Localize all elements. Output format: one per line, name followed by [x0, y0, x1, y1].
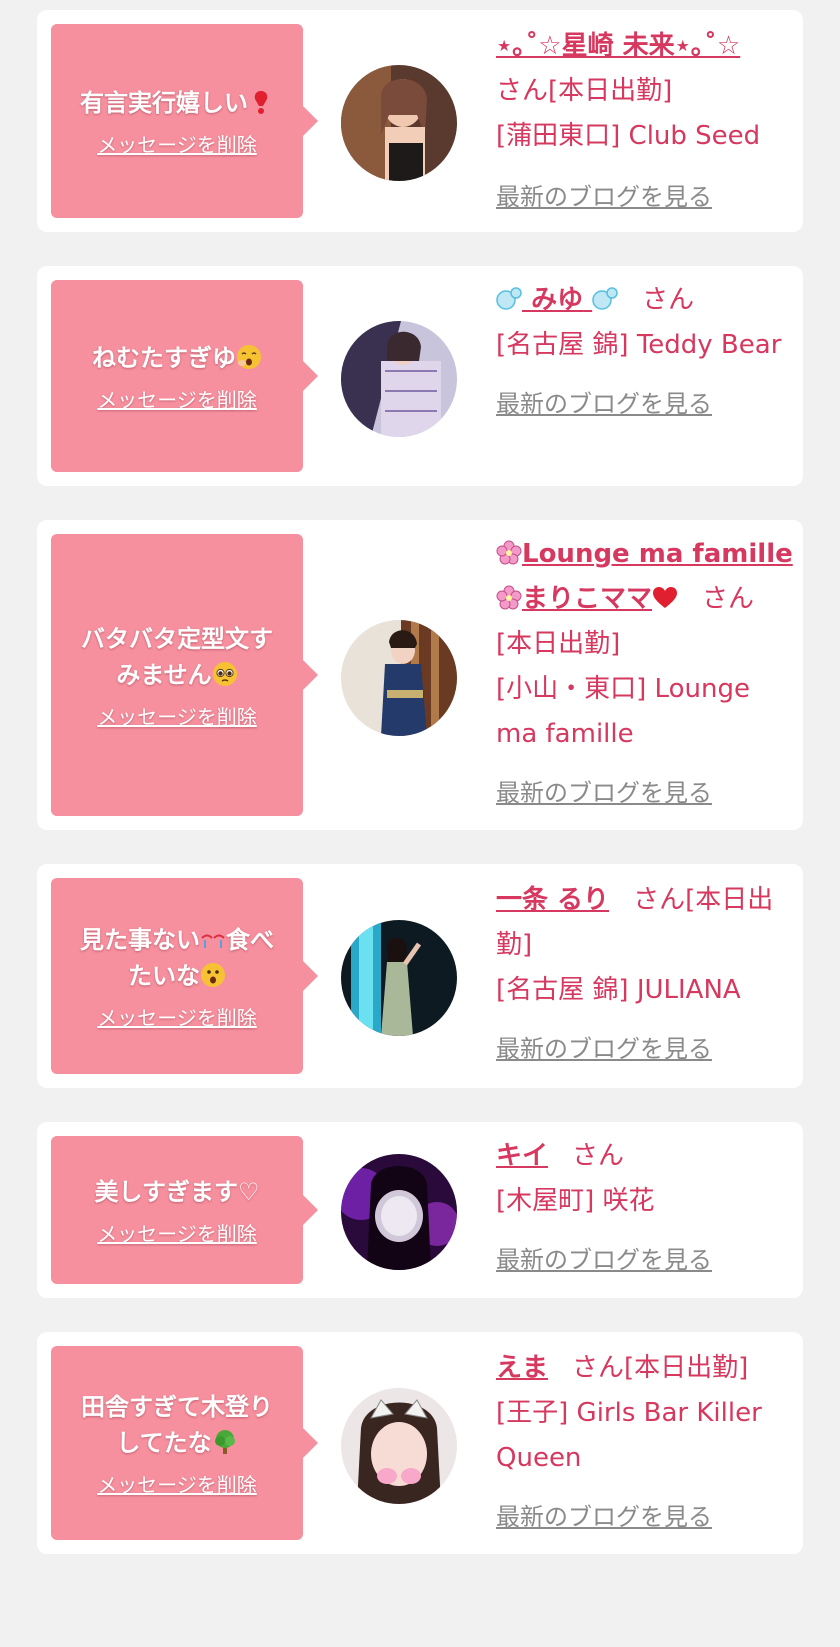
view-blog-link[interactable]: 最新のブログを見る [496, 382, 786, 427]
status-label: [本日出勤] [624, 1353, 749, 1383]
honorific-label: さん [702, 584, 755, 614]
avatar[interactable] [341, 65, 457, 181]
message-card: 美しすぎます♡ メッセージを削除 キイ さん [木屋町] 咲花 最新のブログを見る [37, 1122, 803, 1298]
cast-name-link[interactable]: 一条 るり [496, 885, 609, 915]
tree-icon [214, 1429, 235, 1454]
delete-message-link[interactable]: メッセージを削除 [97, 701, 257, 730]
message-text: 見た事ない 食べ たいな [80, 925, 274, 990]
message-card: バタバタ定型文す みません メッセージを削除 Lounge ma famille … [37, 520, 803, 830]
status-label: [本日出勤] [496, 629, 621, 659]
red-exclamation-icon [254, 90, 268, 114]
cast-name-link[interactable]: みゆ [496, 285, 618, 315]
honorific-label: さん [633, 885, 686, 915]
message-bubble: 有言実行嬉しい メッセージを削除 [51, 24, 318, 218]
status-label: [本日出勤] [548, 76, 673, 106]
delete-message-link[interactable]: メッセージを削除 [97, 129, 257, 158]
shop-location-label: [王子] Girls Bar Killer Queen [496, 1398, 762, 1473]
shop-location-label: [蒲田東口] Club Seed [496, 121, 761, 151]
shop-location-label: [小山・東口] Lounge ma famille [496, 674, 750, 749]
message-card: 有言実行嬉しい メッセージを削除 ⋆｡˚☆星崎 未来⋆｡˚☆ さん[本日出勤] … [37, 10, 803, 232]
message-list: 有言実行嬉しい メッセージを削除 ⋆｡˚☆星崎 未来⋆｡˚☆ さん[本日出勤] … [0, 0, 840, 1647]
cast-info: キイ さん [木屋町] 咲花 最新のブログを見る [496, 1134, 786, 1283]
tearful-eyes-icon [201, 934, 225, 948]
message-bubble: 田舎すぎて木登り してたな メッセージを削除 [51, 1346, 318, 1540]
cast-info: えま さん[本日出勤] [王子] Girls Bar Killer Queen 最… [496, 1346, 786, 1540]
shop-location-label: [名古屋 錦] JULIANA [496, 975, 741, 1005]
honorific-label: さん [496, 76, 549, 106]
message-text: 美しすぎます♡ [94, 1177, 260, 1206]
view-blog-link[interactable]: 最新のブログを見る [496, 771, 796, 816]
honorific-label: さん [642, 285, 695, 315]
message-card: ねむたすぎゆ メッセージを削除 みゆ さん [名古屋 錦] Teddy Bear… [37, 266, 803, 486]
message-bubble: ねむたすぎゆ メッセージを削除 [51, 280, 318, 472]
bubbles-icon [496, 287, 522, 310]
delete-message-link[interactable]: メッセージを削除 [97, 1469, 257, 1498]
cast-name-link[interactable]: キイ [496, 1141, 548, 1171]
message-bubble: 美しすぎます♡ メッセージを削除 [51, 1136, 318, 1284]
message-text: 田舎すぎて木登り してたな [81, 1392, 273, 1457]
honorific-label: さん [572, 1141, 625, 1171]
yawning-face-icon [237, 344, 261, 369]
shop-location-label: [名古屋 錦] Teddy Bear [496, 330, 782, 360]
delete-message-link[interactable]: メッセージを削除 [97, 1218, 257, 1247]
cast-info: ⋆｡˚☆星崎 未来⋆｡˚☆ さん[本日出勤] [蒲田東口] Club Seed … [496, 24, 786, 220]
cherry-blossom-icon [496, 585, 522, 610]
avatar[interactable] [341, 1154, 457, 1270]
delete-message-link[interactable]: メッセージを削除 [97, 1002, 257, 1031]
avatar[interactable] [341, 321, 457, 437]
message-text: ねむたすぎゆ [92, 340, 262, 376]
cherry-blossom-icon [496, 540, 522, 565]
message-text: バタバタ定型文す みません [81, 624, 273, 689]
cast-info: Lounge ma famille まりこママ さん [本日出勤] [小山・東口]… [496, 532, 796, 816]
avatar[interactable] [341, 1388, 457, 1504]
view-blog-link[interactable]: 最新のブログを見る [496, 1027, 786, 1072]
red-heart-icon [653, 587, 678, 608]
cast-name-link[interactable]: ⋆｡˚☆星崎 未来⋆｡˚☆ [496, 31, 740, 61]
avatar[interactable] [341, 920, 457, 1036]
pleading-face-icon [212, 661, 237, 686]
cast-info: 一条 るり さん[本日出勤] [名古屋 錦] JULIANA 最新のブログを見る [496, 878, 786, 1072]
message-text: 有言実行嬉しい [80, 85, 274, 121]
message-bubble: 見た事ない 食べ たいな メッセージを削除 [51, 878, 318, 1074]
message-card: 田舎すぎて木登り してたな メッセージを削除 えま さん[本日出勤] [王子] Gi… [37, 1332, 803, 1554]
cast-info: みゆ さん [名古屋 錦] Teddy Bear 最新のブログを見る [496, 278, 786, 427]
view-blog-link[interactable]: 最新のブログを見る [496, 175, 786, 220]
surprised-face-icon [201, 962, 225, 987]
delete-message-link[interactable]: メッセージを削除 [97, 384, 257, 413]
view-blog-link[interactable]: 最新のブログを見る [496, 1238, 786, 1283]
cast-name-link[interactable]: Lounge ma famille [496, 539, 793, 569]
cast-name-link[interactable]: まりこママ [496, 584, 678, 614]
message-bubble: バタバタ定型文す みません メッセージを削除 [51, 534, 318, 816]
view-blog-link[interactable]: 最新のブログを見る [496, 1495, 786, 1540]
honorific-label: さん [572, 1353, 625, 1383]
shop-location-label: [木屋町] 咲花 [496, 1186, 655, 1216]
cast-name-link[interactable]: えま [496, 1353, 548, 1383]
message-card: 見た事ない 食べ たいな メッセージを削除 一条 るり さん[本日出勤] [名古屋 錦… [37, 864, 803, 1088]
bubbles-icon [592, 287, 618, 310]
avatar[interactable] [341, 620, 457, 736]
